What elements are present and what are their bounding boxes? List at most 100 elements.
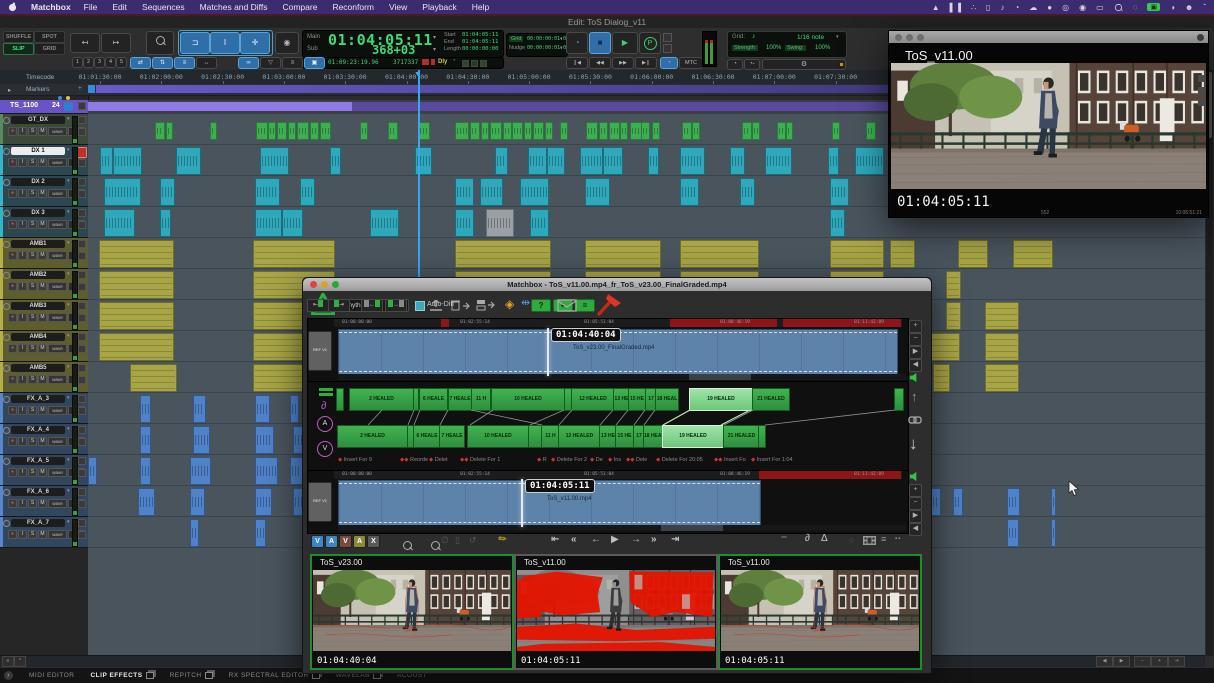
audio-clip[interactable] [418, 122, 430, 140]
audio-clip[interactable] [866, 122, 876, 140]
track-caret-icon[interactable]: ▾ [67, 364, 70, 370]
matchbox-window[interactable]: Matchbox - ToS_v11.00.mp4_fr_ToS_v23.00_… [302, 277, 932, 674]
jump-first-match-button[interactable]: ⇤ [307, 299, 329, 312]
audio-clip[interactable] [890, 240, 915, 268]
track-caret-icon[interactable]: ▾ [67, 240, 70, 246]
track-caret-icon[interactable]: ▾ [67, 457, 70, 463]
track-solo-button[interactable]: S [28, 406, 37, 415]
audio-clip[interactable] [166, 122, 173, 140]
audio-clip[interactable] [855, 147, 884, 175]
audio-clip[interactable] [288, 122, 296, 140]
track-mute-button[interactable]: M [38, 220, 47, 229]
add-marker-button[interactable]: + [78, 85, 82, 92]
audition-speaker-icon[interactable] [909, 471, 920, 482]
audio-clip[interactable] [480, 178, 503, 206]
track-caret-icon[interactable]: ▾ [67, 147, 70, 153]
go-to-end-button[interactable]: ▶❙ [635, 57, 657, 69]
track-caret-icon[interactable]: ▾ [67, 116, 70, 122]
menu-edit[interactable]: Edit [112, 2, 127, 12]
audition-speaker-icon[interactable] [909, 372, 920, 383]
audio-clip[interactable] [190, 488, 205, 516]
track-header-TS_1100[interactable]: TS_1100 24 [0, 100, 88, 114]
track-name[interactable]: DX 1 [11, 147, 65, 155]
step-fwd-button[interactable]: → [631, 534, 641, 545]
track-insert-button[interactable] [78, 469, 86, 477]
audio-clip[interactable] [1051, 519, 1056, 547]
apple-menu-icon[interactable] [8, 2, 17, 12]
audio-gain-knob[interactable]: A [317, 416, 333, 432]
audio-clip[interactable] [176, 147, 201, 175]
track-freeze-button[interactable] [3, 148, 10, 155]
track-header-FX_A_4[interactable]: FX_A_4 ▾ ● I S M wave read [0, 424, 88, 455]
next-match-button[interactable]: → [385, 299, 407, 312]
audio-clip[interactable] [104, 209, 135, 237]
audio-clip[interactable] [533, 122, 544, 140]
audio-clip[interactable] [765, 147, 792, 175]
fast-fwd-button[interactable]: » [651, 534, 657, 545]
track-solo-button[interactable]: S [28, 251, 37, 260]
layer-toggle-V2[interactable]: V [339, 535, 352, 548]
track-output-button[interactable] [78, 209, 86, 217]
move-up-icon[interactable]: ↑ [911, 389, 918, 404]
audio-clip[interactable] [330, 147, 341, 175]
audio-clip[interactable] [455, 209, 474, 237]
audio-clip[interactable] [193, 395, 206, 423]
audio-clip[interactable] [160, 178, 175, 206]
match-action-find-button[interactable]: ? [531, 299, 551, 312]
track-output-button[interactable] [78, 116, 86, 124]
length-value[interactable]: 00:00:00:00 [462, 46, 498, 52]
track-mute-button[interactable]: M [38, 282, 47, 291]
record-button[interactable]: P [639, 32, 661, 54]
track-freeze-button[interactable] [3, 458, 10, 465]
scrubber-tool-button[interactable]: ◉ [275, 32, 299, 54]
step-back-button[interactable]: ← [591, 534, 601, 545]
track-solo-button[interactable]: S [28, 127, 37, 136]
mtc-button[interactable]: MTC [679, 57, 703, 69]
groove-settings-button[interactable]: ⚙ [762, 59, 846, 70]
track-rec-button[interactable]: ● [8, 158, 17, 167]
track-name[interactable]: FX_A_3 [11, 395, 65, 403]
thumb-view-icon[interactable]: ▪▪ [895, 536, 901, 542]
audio-clip[interactable] [297, 122, 309, 140]
track-insert-button[interactable] [78, 221, 86, 229]
zoom-preset-2[interactable]: 2 [83, 57, 94, 68]
zoom-in-button[interactable]: + [1151, 656, 1168, 667]
track-name[interactable]: AMB1 [11, 240, 65, 248]
track-name[interactable]: DX 3 [11, 209, 65, 217]
track-rec-button[interactable]: ● [8, 251, 17, 260]
audio-clip[interactable] [692, 122, 700, 140]
audio-clip[interactable] [933, 364, 950, 392]
audio-clip[interactable] [255, 519, 266, 547]
edit-annotation[interactable]: ◆◆ Dele [626, 457, 647, 463]
audio-clip[interactable] [985, 364, 1019, 392]
track-header-AMB2[interactable]: AMB2 ▾ ● I S M wave read [0, 269, 88, 300]
audio-clip[interactable] [742, 122, 752, 140]
video-tool-icon[interactable] [1198, 75, 1205, 82]
insertion-follows-button[interactable]: ≡ [174, 57, 195, 69]
track-view-selector[interactable]: wave [48, 468, 67, 477]
track-view-selector[interactable]: wave [48, 158, 67, 167]
menu-reconform[interactable]: Reconform [332, 2, 374, 12]
audio-clip[interactable] [140, 395, 151, 423]
loop-play-button[interactable]: ▶ [612, 32, 638, 54]
track-input-button[interactable]: I [18, 499, 27, 508]
audio-clip[interactable] [946, 302, 961, 330]
audio-clip[interactable] [113, 147, 142, 175]
track-solo-button[interactable]: S [28, 313, 37, 322]
audio-clip[interactable] [268, 122, 276, 140]
zoom-preset-5[interactable]: 5 [116, 57, 127, 68]
track-freeze-button[interactable] [3, 334, 10, 341]
track-header-FX_A_6[interactable]: FX_A_6 ▾ ● I S M wave read [0, 486, 88, 517]
audio-clip[interactable] [190, 457, 211, 485]
layer-toggle-X4[interactable]: X [367, 535, 380, 548]
track-freeze-button[interactable] [3, 210, 10, 217]
move-down-icon[interactable]: ↓ [909, 434, 918, 454]
track-output-button[interactable] [78, 302, 86, 310]
video-tool-icon[interactable] [1198, 99, 1205, 106]
rewind-button[interactable]: « [571, 534, 577, 545]
zoom-preset-1[interactable]: 1 [72, 57, 83, 68]
zoomer-tool-button[interactable] [146, 31, 174, 55]
audio-clip[interactable] [88, 457, 97, 485]
track-rec-button[interactable]: ● [8, 468, 17, 477]
edit-annotation[interactable]: ◆◆ Reorde [400, 457, 428, 463]
